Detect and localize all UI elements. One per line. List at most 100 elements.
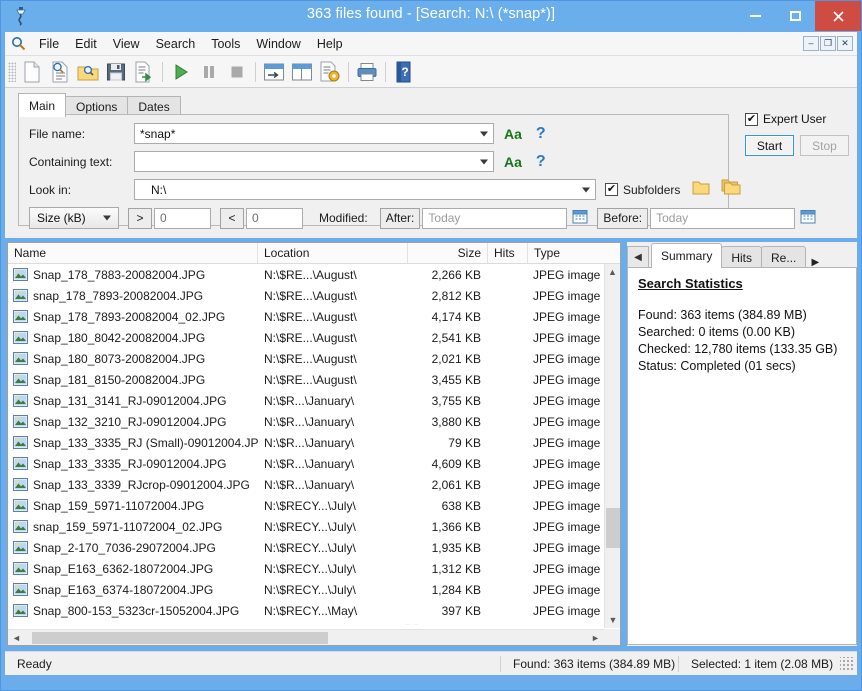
containing-text-case-icon[interactable]: Aa: [504, 154, 522, 170]
close-button[interactable]: [815, 1, 861, 31]
pause-search-icon[interactable]: [195, 58, 223, 86]
scroll-left-arrow-icon[interactable]: ◄: [8, 630, 25, 646]
vertical-scroll-thumb[interactable]: [606, 508, 620, 548]
table-row[interactable]: Snap_133_3339_RJcrop-09012004.JPG N:\$R..…: [8, 474, 620, 495]
look-in-input[interactable]: N:\: [134, 179, 596, 200]
stop-button[interactable]: Stop: [800, 135, 849, 156]
table-row[interactable]: Snap_E163_6374-18072004.JPG N:\$RECY...\J…: [8, 579, 620, 600]
folder-icon[interactable]: [692, 180, 710, 200]
export-icon[interactable]: [130, 58, 158, 86]
results-horizontal-scrollbar[interactable]: ◄ ►: [8, 629, 604, 645]
containing-text-input[interactable]: [134, 151, 494, 172]
menu-help[interactable]: Help: [309, 34, 351, 54]
table-row[interactable]: snap_159_5971-11072004_02.JPG N:\$RECY...…: [8, 516, 620, 537]
table-row[interactable]: snap_178_7893-20082004.JPG N:\$RE...\Augu…: [8, 285, 620, 306]
scroll-down-arrow-icon[interactable]: ▼: [605, 612, 621, 628]
file-name-text: Snap_132_3210_RJ-09012004.JPG: [33, 414, 227, 429]
column-header-name[interactable]: Name: [8, 243, 258, 263]
menu-window[interactable]: Window: [248, 34, 308, 54]
save-icon[interactable]: [102, 58, 130, 86]
split-view-icon[interactable]: [288, 58, 316, 86]
size-less-input[interactable]: 0: [246, 207, 303, 229]
table-row[interactable]: Snap_131_3141_RJ-09012004.JPG N:\$R...\Ja…: [8, 390, 620, 411]
size-unit-select[interactable]: Size (kB): [29, 207, 119, 229]
size-less-operator-button[interactable]: <: [220, 207, 244, 229]
containing-text-help-icon[interactable]: ?: [536, 153, 546, 171]
maximize-button[interactable]: [775, 1, 815, 31]
table-row[interactable]: Snap_180_8042-20082004.JPG N:\$RE...\Augu…: [8, 327, 620, 348]
table-row[interactable]: Snap_132_3210_RJ-09012004.JPG N:\$R...\Ja…: [8, 411, 620, 432]
tab-results[interactable]: Re...: [761, 246, 807, 268]
mdi-minimize-button[interactable]: –: [803, 36, 819, 51]
menu-search[interactable]: Search: [148, 34, 204, 54]
file-name-case-icon[interactable]: Aa: [504, 126, 522, 142]
cell-size: 1,312 KB: [431, 561, 481, 576]
save-folder-icon[interactable]: [74, 58, 102, 86]
folders-icon[interactable]: [721, 179, 741, 200]
table-row[interactable]: Snap_181_8150-20082004.JPG N:\$RE...\Augu…: [8, 369, 620, 390]
modified-before-input[interactable]: Today: [650, 207, 796, 229]
tab-summary[interactable]: Summary: [651, 243, 723, 268]
tab-hits[interactable]: Hits: [721, 246, 763, 268]
jpeg-file-icon: [13, 373, 28, 386]
cell-size: 3,880 KB: [431, 414, 481, 429]
file-name-input[interactable]: *snap*: [134, 123, 494, 144]
panel-toggle-icon[interactable]: [260, 58, 288, 86]
side-panel-prev-button[interactable]: ◀: [627, 246, 649, 268]
table-row[interactable]: Snap_800-153_5323cr-15052004.JPG N:\$RECY…: [8, 600, 620, 621]
file-name-help-icon[interactable]: ?: [536, 125, 546, 143]
start-search-icon[interactable]: [167, 58, 195, 86]
cell-location: N:\Download\: [258, 625, 408, 626]
expert-user-checkbox[interactable]: ✔ Expert User: [745, 112, 850, 126]
table-row[interactable]: Snap_133_3335_RJ (Small)-09012004.JPG N:\…: [8, 432, 620, 453]
toolbar-grip[interactable]: [8, 61, 16, 82]
subfolders-checkbox[interactable]: ✔ Subfolders: [605, 183, 680, 197]
column-header-size[interactable]: Size: [408, 243, 488, 263]
table-row[interactable]: Snap_2-170_7036-29072004.JPG N:\$RECY...\…: [8, 537, 620, 558]
calendar-icon[interactable]: [800, 208, 816, 229]
menu-view[interactable]: View: [105, 34, 148, 54]
chevron-down-icon[interactable]: [480, 159, 488, 164]
chevron-down-icon[interactable]: [582, 187, 590, 192]
table-row[interactable]: Snap_178_7893-20082004_02.JPG N:\$RE...\A…: [8, 306, 620, 327]
column-header-hits[interactable]: Hits: [488, 243, 528, 263]
cell-name: Snap_180_8042-20082004.JPG: [8, 331, 258, 345]
table-row[interactable]: AKLT(pw=snapfiles)N:\Download\File Folde…: [8, 621, 620, 626]
start-button[interactable]: Start: [745, 135, 794, 156]
table-row[interactable]: Snap_E163_6362-18072004.JPG N:\$RECY...\J…: [8, 558, 620, 579]
chevron-down-icon[interactable]: [480, 131, 488, 136]
minimize-button[interactable]: [735, 1, 775, 31]
mdi-close-button[interactable]: ✕: [837, 36, 853, 51]
print-icon[interactable]: [353, 58, 381, 86]
modified-after-input[interactable]: Today: [422, 207, 568, 229]
resize-grip[interactable]: [840, 656, 854, 671]
modified-before-button[interactable]: Before:: [597, 207, 649, 229]
modified-after-button[interactable]: After:: [379, 207, 421, 229]
size-greater-operator-button[interactable]: >: [128, 207, 152, 229]
search-options-icon[interactable]: [316, 58, 344, 86]
table-row[interactable]: Snap_180_8073-20082004.JPG N:\$RE...\Augu…: [8, 348, 620, 369]
table-row[interactable]: Snap_133_3335_RJ-09012004.JPG N:\$R...\Ja…: [8, 453, 620, 474]
calendar-icon[interactable]: [572, 208, 588, 229]
new-search-icon[interactable]: [18, 58, 46, 86]
open-search-icon[interactable]: [46, 58, 74, 86]
menu-file[interactable]: File: [31, 34, 67, 54]
table-row[interactable]: Snap_178_7883-20082004.JPG N:\$RE...\Augu…: [8, 264, 620, 285]
mdi-restore-button[interactable]: ❐: [820, 36, 836, 51]
horizontal-scroll-thumb[interactable]: [32, 632, 328, 644]
help-book-icon[interactable]: ?: [390, 58, 418, 86]
menu-tools[interactable]: Tools: [203, 34, 248, 54]
scrollbar-corner: [604, 629, 620, 645]
scroll-up-arrow-icon[interactable]: ▲: [605, 264, 620, 280]
results-vertical-scrollbar[interactable]: ▲ ▼: [604, 264, 620, 628]
size-greater-input[interactable]: 0: [154, 207, 211, 229]
column-header-location[interactable]: Location: [258, 243, 408, 263]
chevron-down-icon[interactable]: [103, 215, 111, 221]
stop-search-icon[interactable]: [223, 58, 251, 86]
scroll-right-arrow-icon[interactable]: ►: [587, 630, 604, 646]
table-row[interactable]: Snap_159_5971-11072004.JPG N:\$RECY...\Ju…: [8, 495, 620, 516]
cell-size: 3,455 KB: [431, 372, 481, 387]
menu-edit[interactable]: Edit: [67, 34, 105, 54]
tab-main[interactable]: Main: [18, 93, 67, 117]
column-header-type[interactable]: Type: [528, 243, 606, 263]
